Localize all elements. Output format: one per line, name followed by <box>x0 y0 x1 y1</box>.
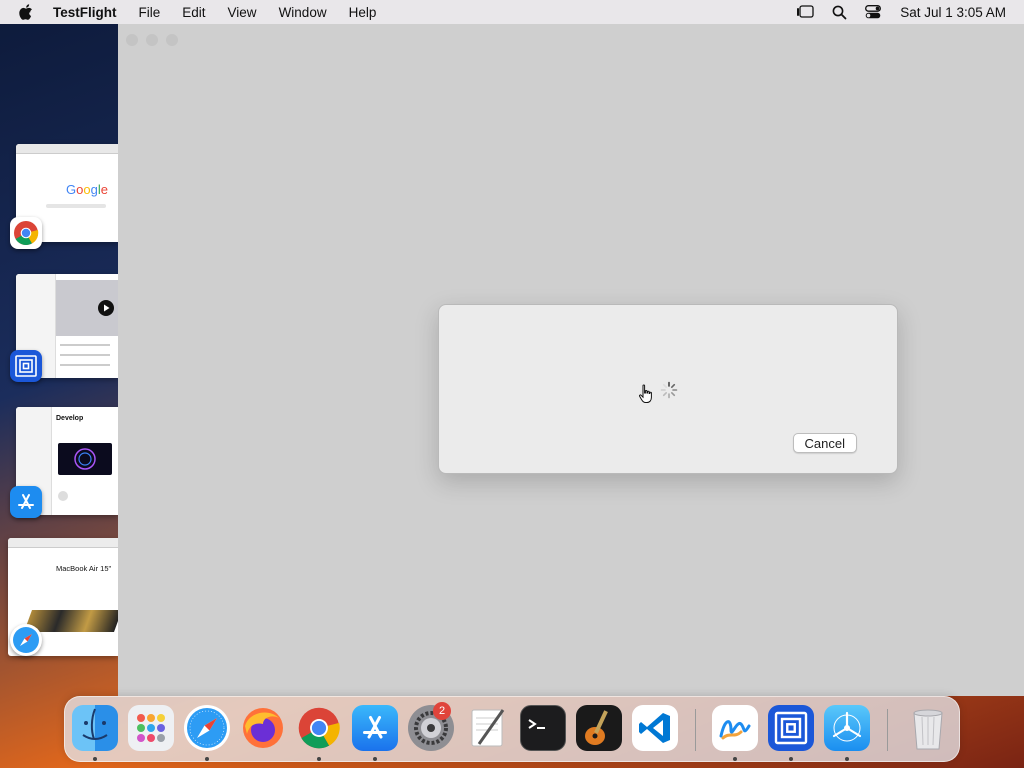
chrome-icon[interactable] <box>296 705 342 751</box>
dock: 2 <box>64 696 960 762</box>
running-indicator <box>789 757 793 761</box>
menu-bar-clock[interactable]: Sat Jul 1 3:05 AM <box>900 5 1006 20</box>
thumbnail-heading: MacBook Air 15" <box>56 564 112 573</box>
thumbnail-heading: Develop <box>56 415 84 422</box>
notification-badge: 2 <box>433 702 451 720</box>
thumbnail-row <box>60 344 110 346</box>
zoom-window-button[interactable] <box>166 34 178 46</box>
stage-manager-icon[interactable] <box>794 0 816 24</box>
menu-edit[interactable]: Edit <box>182 5 205 20</box>
firefox-icon[interactable] <box>240 705 286 751</box>
menu-help[interactable]: Help <box>349 5 377 20</box>
menu-view[interactable]: View <box>228 5 257 20</box>
thumbnail-search-box <box>46 204 106 208</box>
textedit-icon[interactable] <box>464 705 510 751</box>
thumbnail-google-logo: Google <box>66 182 108 197</box>
vscode-icon[interactable] <box>632 705 678 751</box>
control-center-icon[interactable] <box>862 0 884 24</box>
close-window-button[interactable] <box>126 34 138 46</box>
thumbnail-toolbar <box>8 538 118 548</box>
running-indicator <box>205 757 209 761</box>
dock-separator <box>695 709 696 751</box>
dock-separator <box>887 709 888 751</box>
running-indicator <box>317 757 321 761</box>
apple-menu-icon[interactable] <box>16 0 38 24</box>
trash-icon[interactable] <box>905 705 951 751</box>
testflight-icon[interactable] <box>824 705 870 751</box>
garageband-icon[interactable] <box>576 705 622 751</box>
loading-sheet: Cancel <box>438 304 898 474</box>
app-menu-testflight[interactable]: TestFlight <box>53 5 117 20</box>
spotlight-icon[interactable] <box>828 0 850 24</box>
finder-icon[interactable] <box>72 705 118 751</box>
thumbnail-avatar <box>58 491 68 501</box>
menu-bar: TestFlight File Edit View Window Help Sa… <box>0 0 1024 24</box>
terminal-icon[interactable] <box>520 705 566 751</box>
app-store-icon[interactable] <box>352 705 398 751</box>
menu-file[interactable]: File <box>139 5 161 20</box>
running-indicator <box>93 757 97 761</box>
play-icon <box>98 300 114 316</box>
running-indicator <box>373 757 377 761</box>
chrome-icon <box>10 217 42 249</box>
simulator-icon[interactable] <box>768 705 814 751</box>
cancel-button[interactable]: Cancel <box>792 433 857 453</box>
thumbnail-toolbar <box>16 144 118 154</box>
menu-window[interactable]: Window <box>279 5 327 20</box>
stage-manager-strip: Google Develop MacBook Air 15" <box>0 24 118 696</box>
safari-icon[interactable] <box>184 705 230 751</box>
running-indicator <box>733 757 737 761</box>
hand-pointer-cursor-icon <box>638 384 652 403</box>
app-store-icon <box>10 486 42 518</box>
thumbnail-row <box>60 354 110 356</box>
simulator-icon <box>10 350 42 382</box>
testflight-window: Cancel <box>118 24 1024 696</box>
loading-spinner-icon <box>660 381 678 399</box>
running-indicator <box>845 757 849 761</box>
launchpad-icon[interactable] <box>128 705 174 751</box>
minimize-window-button[interactable] <box>146 34 158 46</box>
thumbnail-hero-image <box>58 443 112 475</box>
safari-icon <box>10 624 42 656</box>
freeform-icon[interactable] <box>712 705 758 751</box>
thumbnail-row <box>60 364 110 366</box>
window-controls <box>126 34 178 46</box>
